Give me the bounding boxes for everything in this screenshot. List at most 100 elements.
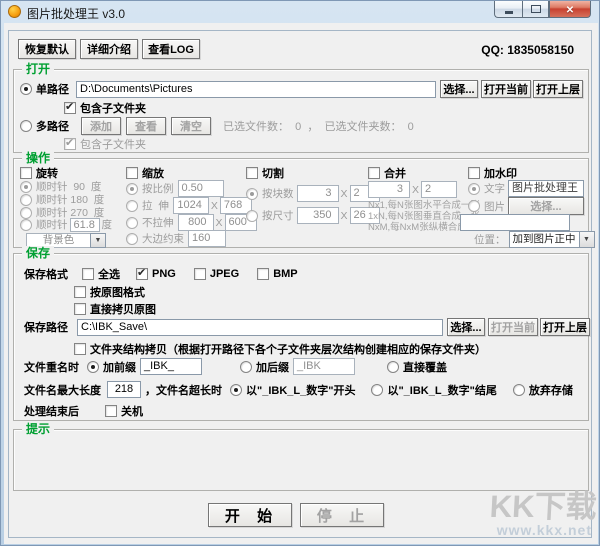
save-path-label: 保存路径	[24, 322, 68, 334]
suffix-radio[interactable]	[240, 360, 252, 373]
toolbar: 恢复默认 详细介绍 查看LOG	[18, 39, 200, 59]
format-jpeg-label: JPEG	[209, 268, 240, 280]
format-bmp-checkbox[interactable]	[257, 268, 270, 280]
watermark-extra-input[interactable]	[460, 214, 570, 231]
watermark-checkbox[interactable]	[468, 167, 480, 179]
rotate-custom-radio[interactable]	[20, 218, 32, 231]
format-jpeg-checkbox[interactable]	[193, 268, 206, 280]
app-icon	[8, 5, 21, 18]
close-button[interactable]	[549, 1, 591, 18]
cut-blocks-x-input[interactable]: 3	[296, 185, 339, 202]
maximize-icon	[530, 5, 541, 13]
rotate-degrees-input[interactable]: 61.8	[69, 217, 100, 232]
sep-x: X	[340, 187, 348, 200]
add-paths-button[interactable]: 添加	[81, 117, 121, 135]
sep-x: X	[215, 216, 223, 229]
toolong-tail-label: 以"_IBK_L_数字"结尾	[387, 384, 497, 397]
multi-path-radio[interactable]	[20, 120, 32, 132]
open-select-button[interactable]: 选择...	[440, 80, 478, 98]
cut-blocks-radio[interactable]	[246, 187, 258, 200]
cut-size-radio[interactable]	[246, 209, 258, 222]
rotate-180-radio[interactable]	[20, 193, 32, 206]
cut-checkbox[interactable]	[246, 167, 258, 179]
open-current-button[interactable]: 打开当前	[481, 80, 531, 98]
prefix-label: 加前缀	[103, 361, 136, 374]
rotate-90-radio[interactable]	[20, 180, 32, 193]
overwrite-radio[interactable]	[387, 360, 399, 373]
toolong-head-radio[interactable]	[230, 383, 242, 396]
format-all-checkbox[interactable]	[82, 268, 94, 280]
rotate-checkbox[interactable]	[20, 167, 32, 179]
copy-orig-checkbox[interactable]	[74, 303, 86, 315]
stop-button[interactable]: 停 止	[300, 503, 384, 527]
merge-y-input[interactable]: 2	[421, 181, 458, 198]
scale-ratio-radio[interactable]	[126, 182, 138, 195]
view-paths-button[interactable]: 查看	[126, 117, 166, 135]
folder-copy-checkbox[interactable]	[74, 343, 86, 355]
minimize-icon	[504, 10, 513, 14]
watermark-image-select-button[interactable]: 选择...	[508, 197, 584, 215]
watermark-label: 加水印	[484, 168, 517, 180]
include-subfolders2-checkbox[interactable]	[64, 136, 76, 150]
shutdown-checkbox[interactable]	[105, 405, 117, 417]
format-all-label: 全选	[98, 269, 120, 281]
merge-x-input[interactable]: 3	[368, 181, 410, 198]
save-open-current-button[interactable]: 打开当前	[488, 318, 538, 336]
after-process-row: 处理结束后 关机	[24, 403, 143, 419]
save-select-button[interactable]: 选择...	[447, 318, 485, 336]
restore-default-button[interactable]: 恢复默认	[18, 39, 76, 59]
scale-ratio-input[interactable]: 0.50	[177, 180, 224, 197]
copy-orig-label: 直接拷贝原图	[90, 304, 156, 316]
save-open-parent-button[interactable]: 打开上层	[540, 318, 590, 336]
scale-checkbox[interactable]	[126, 167, 138, 179]
app-window: 图片批处理王 v3.0 恢复默认 详细介绍 查看LOG QQ: 18350581…	[0, 0, 600, 546]
sep-x: X	[210, 199, 218, 212]
prefix-radio[interactable]	[87, 360, 99, 373]
merge-hint-1: Nx1,每N张图水平合成一张	[368, 200, 480, 211]
prefix-input[interactable]: _IBK_	[140, 358, 202, 375]
merge-checkbox[interactable]	[368, 167, 380, 179]
watermark-position-row: 位置： 加到图片正中 ▼	[474, 231, 595, 248]
minimize-button[interactable]	[494, 1, 522, 18]
save-path-row: 保存路径 C:\IBK_Save\ 选择... 打开当前 打开上层	[24, 318, 590, 336]
cut-label: 切割	[262, 168, 284, 180]
single-path-radio[interactable]	[20, 83, 32, 95]
scale-nostretch-width-input[interactable]: 800	[177, 214, 214, 231]
maxlen-input[interactable]: 218	[107, 381, 141, 398]
details-button[interactable]: 详细介绍	[80, 39, 138, 59]
scale-label: 缩放	[142, 168, 164, 180]
watermark-text-input[interactable]: 图片批处理王	[508, 180, 584, 197]
scale-maxedge-input[interactable]: 160	[188, 230, 226, 247]
watermark-text-radio[interactable]	[468, 182, 480, 195]
start-button[interactable]: 开 始	[208, 503, 292, 527]
copy-orig-row: 直接拷贝原图	[74, 301, 156, 317]
shutdown-label: 关机	[121, 406, 143, 418]
open-parent-button[interactable]: 打开上层	[533, 80, 583, 98]
operations-group: 操作 旋转 顺时针 90 度 顺时针 180 度 顺时针 270 度 顺时针 6…	[13, 151, 595, 248]
scale-stretch-width-input[interactable]: 1024	[172, 197, 209, 214]
toolong-tail-radio[interactable]	[371, 383, 384, 396]
cut-size-width-input[interactable]: 350	[296, 207, 339, 224]
clear-paths-button[interactable]: 清空	[171, 117, 211, 135]
scale-stretch-radio[interactable]	[126, 199, 138, 212]
view-log-button[interactable]: 查看LOG	[142, 39, 200, 59]
save-format-row: 保存格式 全选 PNG JPEG BMP	[24, 266, 298, 282]
cut-row: 切割	[246, 165, 284, 181]
watermark-position-label: 位置：	[474, 234, 506, 246]
scale-nostretch-radio[interactable]	[126, 216, 138, 229]
include-subfolders-checkbox[interactable]	[64, 100, 76, 114]
maximize-button[interactable]	[522, 1, 549, 18]
watermark-position-dropdown[interactable]: 加到图片正中 ▼	[508, 231, 595, 248]
qq-contact: QQ: 1835058150	[481, 43, 574, 57]
toolong-discard-radio[interactable]	[512, 383, 525, 396]
scale-maxedge-radio[interactable]	[126, 232, 138, 245]
scale-nostretch-label: 不拉伸	[142, 217, 174, 229]
watermark-position-value: 加到图片正中	[508, 231, 579, 248]
suffix-input[interactable]: _IBK	[293, 358, 355, 375]
open-path-input[interactable]: D:\Documents\Pictures	[76, 80, 436, 98]
watermark-image-radio[interactable]	[468, 200, 480, 212]
orig-format-checkbox[interactable]	[74, 286, 86, 298]
format-png-checkbox[interactable]	[136, 266, 148, 280]
window-controls	[494, 1, 591, 18]
save-path-input[interactable]: C:\IBK_Save\	[77, 318, 443, 336]
